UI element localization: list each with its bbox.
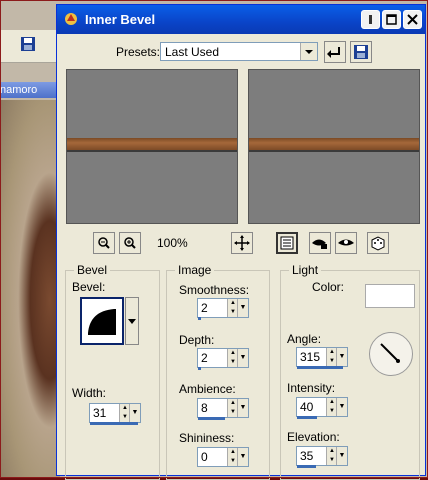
- elevation-label: Elevation:: [287, 430, 340, 444]
- smoothness-label: Smoothness:: [179, 283, 250, 297]
- angle-slider-bar[interactable]: [297, 366, 343, 369]
- eye-icon: [338, 239, 354, 246]
- reset-arrow-icon: [327, 47, 340, 58]
- angle-value: 315: [300, 350, 321, 364]
- result-preview[interactable]: [248, 69, 420, 224]
- proof-toggle-button[interactable]: [276, 232, 298, 254]
- app-icon: [65, 13, 77, 25]
- width-label: Width:: [72, 386, 107, 400]
- preview-band-shadow: [67, 150, 237, 152]
- depth-slider-bar[interactable]: [198, 367, 201, 370]
- light-group-title: Light: [289, 263, 322, 277]
- help-icon: [369, 15, 372, 24]
- preview-bevel-band: [249, 138, 419, 150]
- image-group-title: Image: [175, 263, 215, 277]
- zoom-in-button[interactable]: [119, 232, 141, 254]
- ambience-label: Ambience:: [179, 382, 236, 396]
- bevel-dropdown-button[interactable]: [125, 297, 139, 345]
- maximize-icon: [386, 14, 397, 25]
- presets-value: Last Used: [165, 45, 220, 59]
- eye-lock-icon: [312, 239, 327, 249]
- angle-label: Angle:: [287, 332, 322, 346]
- title-bar[interactable]: Inner Bevel: [57, 5, 425, 34]
- intensity-spinner[interactable]: 40 ▲ ▼ ▼: [296, 397, 348, 419]
- reset-button[interactable]: [324, 41, 346, 63]
- background-window-title[interactable]: namoro: [0, 82, 60, 98]
- width-value: 31: [93, 406, 107, 420]
- preview-bevel-band: [67, 138, 237, 150]
- depth-value: 2: [201, 351, 208, 365]
- bevel-label: Bevel:: [72, 280, 106, 294]
- ambience-spinner[interactable]: 8 ▲ ▼ ▼: [197, 398, 249, 420]
- ambience-slider-bar[interactable]: [198, 417, 225, 420]
- zoom-out-button[interactable]: [93, 232, 115, 254]
- list-icon: [280, 236, 294, 250]
- elevation-spinner[interactable]: 35 ▲ ▼ ▼: [296, 446, 348, 468]
- depth-label: Depth:: [179, 333, 215, 347]
- inner-bevel-dialog: Inner Bevel Presets: Last Used 100% Beve…: [56, 4, 426, 480]
- zoom-in-icon: [124, 237, 136, 249]
- spin-dropdown-icon[interactable]: ▼: [336, 398, 347, 416]
- save-icon[interactable]: [20, 36, 36, 52]
- original-preview[interactable]: [66, 69, 238, 224]
- spin-dropdown-icon[interactable]: ▼: [237, 399, 248, 417]
- angle-needle-icon: [380, 343, 400, 363]
- help-button[interactable]: [361, 10, 380, 29]
- save-icon: [354, 45, 368, 59]
- preview-band-shadow: [249, 150, 419, 152]
- spin-dropdown-icon[interactable]: ▼: [336, 348, 347, 366]
- preview-on-image-button[interactable]: [335, 232, 357, 254]
- chevron-down-icon[interactable]: [300, 43, 317, 60]
- width-spinner[interactable]: 31 ▲ ▼ ▼: [89, 403, 141, 425]
- shininess-spinner[interactable]: 0 ▲ ▼ ▼: [197, 447, 249, 467]
- pan-button[interactable]: [231, 232, 253, 254]
- save-preset-button[interactable]: [350, 41, 372, 63]
- intensity-slider-bar[interactable]: [297, 416, 317, 419]
- intensity-label: Intensity:: [287, 381, 336, 395]
- presets-label: Presets:: [116, 45, 161, 59]
- bevel-shape-preview[interactable]: [80, 297, 124, 345]
- spin-dropdown-icon[interactable]: ▼: [129, 404, 140, 422]
- spin-dropdown-icon[interactable]: ▼: [237, 448, 248, 466]
- shininess-label: Shininess:: [179, 431, 235, 445]
- shininess-value: 0: [201, 450, 208, 464]
- dialog-title: Inner Bevel: [85, 12, 156, 27]
- close-icon: [407, 14, 418, 25]
- maximize-button[interactable]: [382, 10, 401, 29]
- presets-dropdown[interactable]: Last Used: [160, 42, 318, 61]
- color-label: Color:: [312, 280, 345, 294]
- dice-icon: [371, 236, 385, 251]
- chevron-down-icon: [128, 319, 136, 324]
- close-button[interactable]: [403, 10, 422, 29]
- background-canvas: [0, 100, 60, 478]
- spin-dropdown-icon[interactable]: ▼: [237, 349, 248, 367]
- width-slider-bar[interactable]: [90, 422, 138, 425]
- depth-spinner[interactable]: 2 ▲ ▼ ▼: [197, 348, 249, 370]
- smoothness-slider-bar[interactable]: [198, 317, 201, 320]
- bevel-group-title: Bevel: [74, 263, 111, 277]
- angle-dial[interactable]: [369, 332, 413, 376]
- spin-dropdown-icon[interactable]: ▼: [237, 299, 248, 317]
- spin-dropdown-icon[interactable]: ▼: [336, 447, 347, 465]
- bevel-shape-icon: [88, 309, 116, 335]
- angle-spinner[interactable]: 315 ▲ ▼ ▼: [296, 347, 348, 369]
- zoom-level: 100%: [157, 236, 188, 250]
- randomize-button[interactable]: [367, 232, 389, 254]
- lock-button[interactable]: [309, 232, 331, 254]
- ambience-value: 8: [201, 401, 208, 415]
- elevation-slider-bar[interactable]: [297, 465, 316, 468]
- elevation-value: 35: [300, 449, 314, 463]
- smoothness-spinner[interactable]: 2 ▲ ▼ ▼: [197, 298, 249, 320]
- intensity-value: 40: [300, 400, 314, 414]
- light-color-swatch[interactable]: [365, 284, 415, 308]
- zoom-out-icon: [98, 237, 110, 249]
- smoothness-value: 2: [201, 301, 208, 315]
- move-icon: [234, 235, 250, 251]
